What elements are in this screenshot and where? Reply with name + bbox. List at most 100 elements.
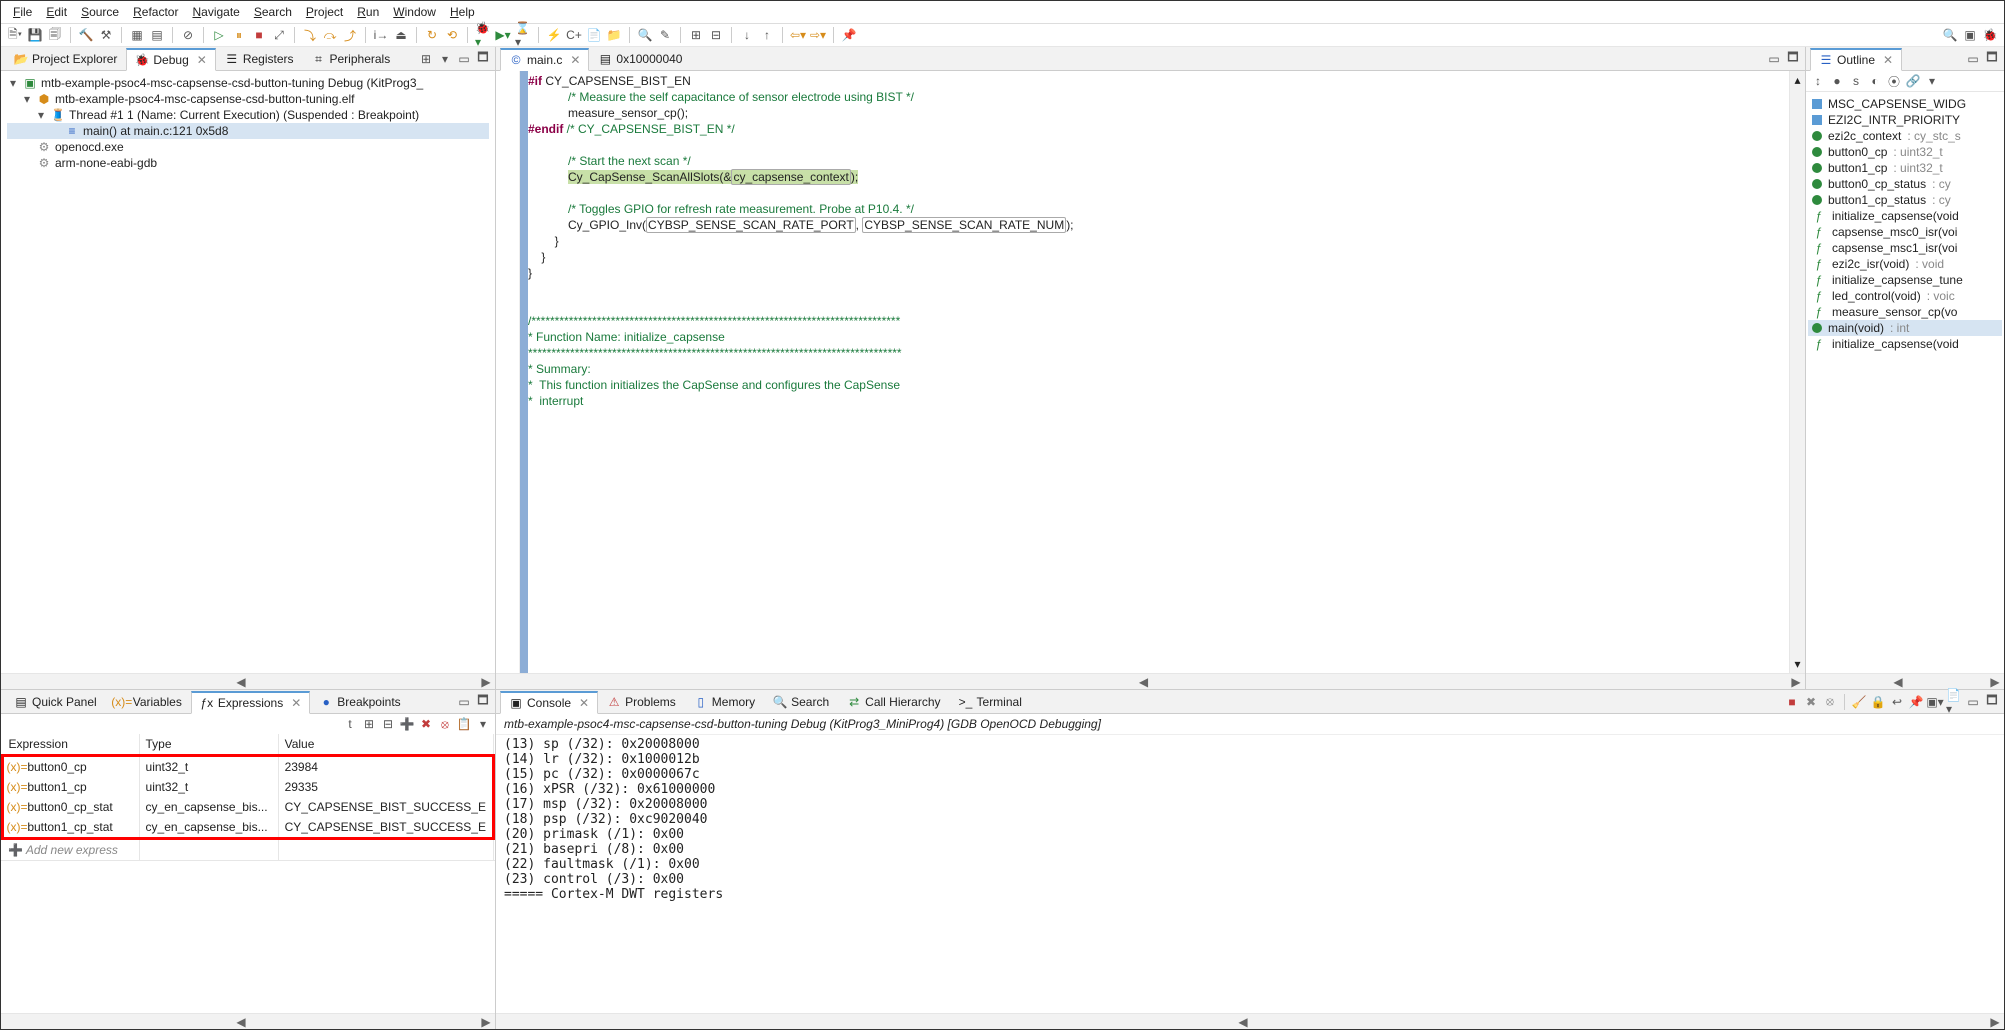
tab-expressions[interactable]: ƒxExpressions✕ — [191, 691, 310, 714]
debug-elf[interactable]: mtb-example-psoc4-msc-capsense-csd-butto… — [55, 92, 354, 106]
debug-gdb[interactable]: arm-none-eabi-gdb — [55, 156, 157, 170]
expressions-table[interactable]: Expression Type Value (x)= button0_cpuin… — [1, 734, 495, 860]
maximize-icon[interactable]: 🗖 — [1984, 51, 2000, 67]
tree-icon[interactable]: ⊞ — [361, 716, 377, 732]
editor-gutter[interactable] — [496, 71, 520, 673]
forward-icon[interactable]: ⇨▾ — [810, 27, 826, 43]
app-icon[interactable]: ▤ — [149, 27, 165, 43]
tab-project-explorer[interactable]: 📂 Project Explorer — [5, 48, 126, 69]
console-output[interactable]: (13) sp (/32): 0x20008000 (14) lr (/32):… — [496, 735, 2004, 1013]
word-wrap-icon[interactable]: ↩ — [1889, 694, 1905, 710]
tab-terminal[interactable]: >_Terminal — [950, 691, 1031, 712]
outline-item[interactable]: ƒled_control(void) : voic — [1808, 288, 2002, 304]
toggle2-icon[interactable]: ⊟ — [708, 27, 724, 43]
minimize-icon[interactable]: ▭ — [456, 694, 472, 710]
tab-memory-addr[interactable]: ▤ 0x10000040 — [589, 48, 691, 69]
tab-console[interactable]: ▣Console✕ — [500, 691, 598, 714]
menu-edit[interactable]: Edit — [40, 3, 73, 21]
copy-icon[interactable]: 📋 — [456, 716, 472, 732]
remove-icon[interactable]: ✖ — [418, 716, 434, 732]
outline-hscroll[interactable]: ◀▶ — [1806, 673, 2004, 689]
minimize-icon[interactable]: ▭ — [1965, 694, 1981, 710]
back-icon[interactable]: ⇦▾ — [790, 27, 806, 43]
outline-item[interactable]: button1_cp : uint32_t — [1808, 160, 2002, 176]
view-menu-icon[interactable]: ▾ — [437, 51, 453, 67]
prev-annotation-icon[interactable]: ↑ — [759, 27, 775, 43]
tab-registers[interactable]: ☰ Registers — [216, 48, 303, 69]
col-type[interactable]: Type — [139, 734, 278, 756]
debug-frame[interactable]: main() at main.c:121 0x5d8 — [83, 124, 228, 138]
hide-fields-icon[interactable]: ● — [1829, 73, 1845, 89]
maximize-icon[interactable]: 🗖 — [475, 694, 491, 710]
hscrollbar[interactable]: ◀▶ — [1, 673, 495, 689]
reset-icon[interactable]: ⟲ — [444, 27, 460, 43]
menu-window[interactable]: Window — [387, 3, 442, 21]
link-icon[interactable]: 🔗 — [1905, 73, 1921, 89]
perspective-cdt-icon[interactable]: ▣ — [1962, 27, 1978, 43]
outline-item[interactable]: ezi2c_context : cy_stc_s — [1808, 128, 2002, 144]
outline-item[interactable]: main(void) : int — [1808, 320, 2002, 336]
tab-main-c[interactable]: © main.c ✕ — [500, 48, 589, 71]
new-cpp-icon[interactable]: C+ — [566, 27, 582, 43]
tab-peripherals[interactable]: ⌗ Peripherals — [303, 48, 400, 69]
outline-item[interactable]: button0_cp_status : cy — [1808, 176, 2002, 192]
tab-problems[interactable]: ⚠Problems — [598, 691, 685, 712]
tree-icon[interactable]: ⊞ — [418, 51, 434, 67]
menu-help[interactable]: Help — [444, 3, 481, 21]
step-return-icon[interactable]: ⤴ — [342, 27, 358, 43]
add-expression-icon[interactable]: ➕ — [399, 716, 415, 732]
step-into-icon[interactable]: ⤵ — [302, 27, 318, 43]
hide-static-icon[interactable]: s — [1848, 73, 1864, 89]
close-icon[interactable]: ✕ — [291, 696, 301, 710]
collapse-icon[interactable]: ⊟ — [380, 716, 396, 732]
menu-navigate[interactable]: Navigate — [186, 3, 245, 21]
new-icon[interactable]: 🗎▾ — [7, 27, 23, 43]
focus-icon[interactable]: ⦿ — [1886, 73, 1902, 89]
next-annotation-icon[interactable]: ↓ — [739, 27, 755, 43]
expression-row[interactable]: (x)= button1_cp_statcy_en_capsense_bis..… — [3, 817, 494, 839]
expr-hscroll[interactable]: ◀▶ — [1, 1013, 495, 1029]
show-type-icon[interactable]: t — [342, 716, 358, 732]
tab-search[interactable]: 🔍Search — [764, 691, 838, 712]
debug-icon[interactable]: 🐞▾ — [475, 27, 491, 43]
outline-item[interactable]: button0_cp : uint32_t — [1808, 144, 2002, 160]
tab-call-hierarchy[interactable]: ⇄Call Hierarchy — [838, 691, 949, 712]
open-console-icon[interactable]: 📄▾ — [1946, 694, 1962, 710]
debug-tree[interactable]: ▾▣mtb-example-psoc4-msc-capsense-csd-but… — [1, 71, 495, 673]
code-editor[interactable]: #if CY_CAPSENSE_BIST_EN /* Measure the s… — [528, 71, 1789, 673]
col-value[interactable]: Value — [278, 734, 493, 756]
display-console-icon[interactable]: ▣▾ — [1927, 694, 1943, 710]
outline-item[interactable]: MSC_CAPSENSE_WIDG — [1808, 96, 2002, 112]
tool-icon[interactable]: ⚒ — [98, 27, 114, 43]
expression-row[interactable]: (x)= button1_cpuint32_t29335 — [3, 777, 494, 797]
editor-hscroll[interactable]: ◀▶ — [496, 673, 1805, 689]
step-over-icon[interactable]: ⤼ — [322, 27, 338, 43]
expression-row[interactable]: (x)= button0_cp_statcy_en_capsense_bis..… — [3, 797, 494, 817]
remove-launch-icon[interactable]: ✖ — [1803, 694, 1819, 710]
close-icon[interactable]: ✕ — [1883, 53, 1893, 67]
build-target-icon[interactable]: ⚡ — [546, 27, 562, 43]
tab-memory[interactable]: ▯Memory — [685, 691, 764, 712]
folding-bar[interactable] — [520, 71, 528, 673]
grid-icon[interactable]: ▦ — [129, 27, 145, 43]
menu-refactor[interactable]: Refactor — [127, 3, 184, 21]
menu-project[interactable]: Project — [300, 3, 349, 21]
sort-icon[interactable]: ↕ — [1810, 73, 1826, 89]
save-icon[interactable]: 💾 — [27, 27, 43, 43]
pin-console-icon[interactable]: 📌 — [1908, 694, 1924, 710]
menu-run[interactable]: Run — [351, 3, 385, 21]
outline-item[interactable]: ƒcapsense_msc0_isr(voi — [1808, 224, 2002, 240]
console-hscroll[interactable]: ◀▶ — [496, 1013, 2004, 1029]
run-icon[interactable]: ▶▾ — [495, 27, 511, 43]
scroll-lock-icon[interactable]: 🔒 — [1870, 694, 1886, 710]
debug-openocd[interactable]: openocd.exe — [55, 140, 124, 154]
outline-item[interactable]: EZI2C_INTR_PRIORITY — [1808, 112, 2002, 128]
menu-file[interactable]: File — [7, 3, 38, 21]
close-icon[interactable]: ✕ — [197, 53, 207, 67]
expression-row[interactable]: (x)= button0_cpuint32_t23984 — [3, 756, 494, 778]
pin-icon[interactable]: 📌 — [841, 27, 857, 43]
menu-icon[interactable]: ▾ — [475, 716, 491, 732]
outline-item[interactable]: ƒcapsense_msc1_isr(voi — [1808, 240, 2002, 256]
outline-list[interactable]: MSC_CAPSENSE_WIDGEZI2C_INTR_PRIORITYezi2… — [1806, 92, 2004, 673]
perspective-debug-icon[interactable]: 🐞 — [1982, 27, 1998, 43]
